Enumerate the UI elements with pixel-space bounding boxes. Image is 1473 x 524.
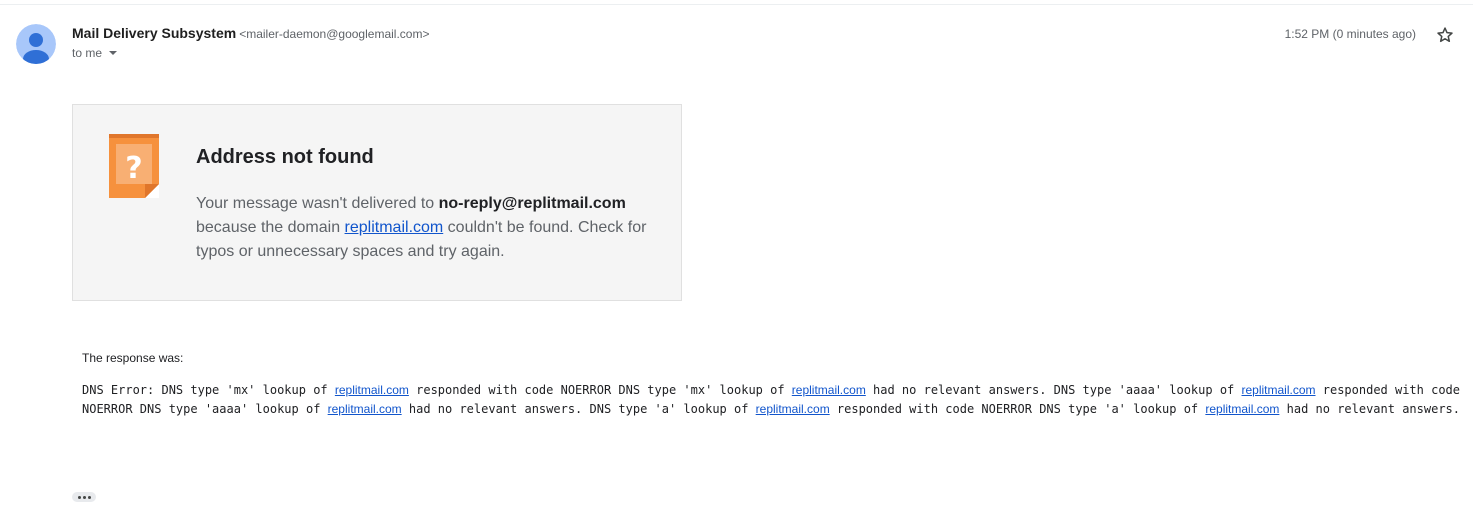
dns-error-text: DNS Error: DNS type 'mx' lookup of repli…: [82, 381, 1473, 419]
caret-down-icon: [109, 51, 118, 55]
notice-body: Your message wasn't delivered to no-repl…: [196, 192, 666, 264]
notice-title: Address not found: [196, 146, 374, 168]
svg-text:?: ?: [125, 151, 142, 186]
sender-name[interactable]: Mail Delivery Subsystem: [72, 25, 236, 41]
dns-error-segment: DNS Error: DNS type 'mx' lookup of: [82, 383, 335, 397]
notice-body-middle: because the domain: [196, 219, 345, 236]
response-label: The response was:: [82, 351, 184, 365]
star-button[interactable]: [1436, 26, 1454, 44]
dns-error-line: DNS Error: DNS type 'mx' lookup of repli…: [82, 381, 1473, 400]
domain-link[interactable]: replitmail.com: [792, 383, 866, 397]
dns-error-segment: NOERROR DNS type 'aaaa' lookup of: [82, 402, 328, 416]
question-mark-warning-icon: ?: [109, 134, 159, 198]
dns-error-segment: responded with code NOERROR DNS type 'a'…: [829, 402, 1206, 416]
star-outline-icon: [1437, 27, 1453, 43]
sender-email: <mailer-daemon@googlemail.com>: [239, 27, 430, 41]
dns-error-segment: had no relevant answers.: [1279, 402, 1461, 416]
domain-link[interactable]: replitmail.com: [335, 383, 409, 397]
show-trimmed-content-button[interactable]: [72, 492, 96, 502]
sender-line: Mail Delivery Subsystem <mailer-daemon@go…: [72, 25, 429, 41]
header-divider: [0, 4, 1473, 5]
recipient-label: to me: [72, 46, 103, 60]
dns-error-segment: had no relevant answers. DNS type 'aaaa'…: [865, 383, 1242, 397]
dns-error-segment: had no relevant answers. DNS type 'a' lo…: [401, 402, 756, 416]
ellipsis-icon: [82, 495, 86, 499]
domain-link[interactable]: replitmail.com: [1205, 402, 1279, 416]
domain-link[interactable]: replitmail.com: [756, 402, 830, 416]
undeliverable-address: no-reply@replitmail.com: [438, 195, 626, 212]
sender-avatar[interactable]: [16, 24, 56, 64]
recipient-details-toggle[interactable]: to me: [72, 46, 118, 60]
message-timestamp: 1:52 PM (0 minutes ago): [1284, 27, 1416, 41]
person-avatar-icon: [16, 24, 56, 64]
ellipsis-icon: [77, 495, 81, 499]
dns-error-segment: responded with code NOERROR DNS type 'mx…: [408, 383, 792, 397]
domain-link[interactable]: replitmail.com: [345, 219, 444, 236]
delivery-failure-card: ? Address not found Your message wasn't …: [72, 104, 682, 301]
ellipsis-icon: [87, 495, 91, 499]
notice-body-prefix: Your message wasn't delivered to: [196, 195, 439, 212]
domain-link[interactable]: replitmail.com: [328, 402, 402, 416]
domain-link[interactable]: replitmail.com: [1242, 383, 1316, 397]
dns-error-line: NOERROR DNS type 'aaaa' lookup of replit…: [82, 400, 1473, 419]
dns-error-segment: responded with code: [1315, 383, 1461, 397]
